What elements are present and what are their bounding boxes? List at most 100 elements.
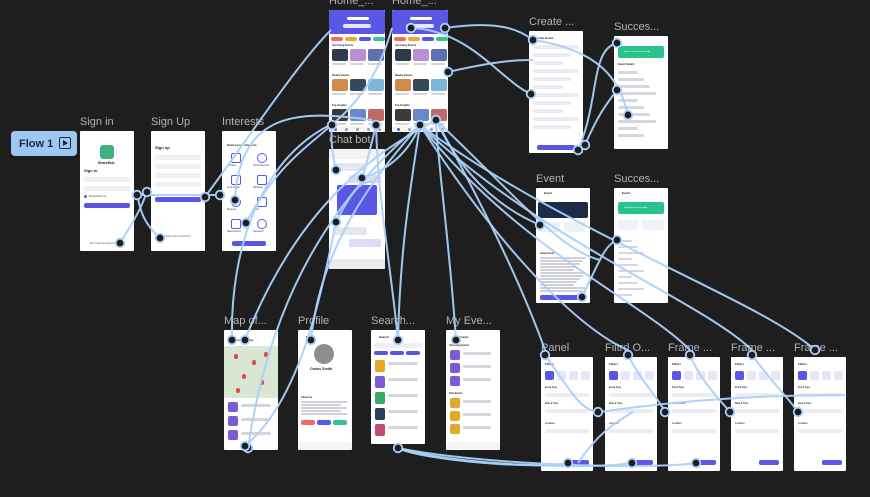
event-thumbnail[interactable] xyxy=(450,424,460,434)
connection-handle[interactable] xyxy=(392,442,404,454)
search-bar[interactable] xyxy=(406,24,434,28)
frame-title[interactable]: Profile xyxy=(298,315,329,327)
connection-handle[interactable] xyxy=(592,406,604,418)
date-field[interactable] xyxy=(735,393,779,397)
event-card-image[interactable] xyxy=(395,109,411,121)
prototype-connection[interactable] xyxy=(444,24,534,41)
map-pin-icon[interactable] xyxy=(236,388,240,393)
frame-title[interactable]: Search... xyxy=(371,315,415,327)
time-field[interactable] xyxy=(545,409,589,413)
nav-icon[interactable] xyxy=(356,128,359,131)
frame-frame-c[interactable]: Filters Event Type Date & Time Location xyxy=(794,357,846,471)
frame-panel[interactable]: Filters Event Type Date & Time Location xyxy=(541,357,593,471)
team-icon[interactable] xyxy=(257,219,267,229)
play-frame-icon[interactable] xyxy=(59,137,71,149)
frame-success-1[interactable]: Event created successfully Event Details xyxy=(614,36,668,149)
sign-up-field[interactable] xyxy=(155,182,201,187)
apply-button[interactable] xyxy=(696,460,716,465)
map-pin-icon[interactable] xyxy=(260,380,264,385)
sign-in-button[interactable] xyxy=(84,203,130,208)
search-input[interactable] xyxy=(374,343,422,348)
tag-icon[interactable] xyxy=(257,175,267,185)
event-thumbnail[interactable] xyxy=(450,350,460,360)
event-type-option[interactable] xyxy=(621,371,630,380)
event-card-image[interactable] xyxy=(368,109,384,121)
frame-event[interactable]: Event About Event xyxy=(536,188,590,303)
event-type-option[interactable] xyxy=(834,371,843,380)
frame-title[interactable]: Create ... xyxy=(529,16,574,28)
event-card-image[interactable] xyxy=(431,109,447,121)
prototype-connection[interactable] xyxy=(584,89,618,146)
event-type-option[interactable] xyxy=(708,371,717,380)
category-chip[interactable] xyxy=(373,37,385,41)
frame-create[interactable]: Create Event xyxy=(529,31,583,153)
location-field[interactable] xyxy=(545,429,589,433)
form-field[interactable] xyxy=(533,61,563,65)
frame-profile[interactable]: Profile Carlos Smith About me xyxy=(298,330,352,450)
event-card-image[interactable] xyxy=(350,109,366,121)
nav-icon[interactable] xyxy=(378,128,381,131)
flow-start-badge[interactable]: Flow 1 xyxy=(11,131,77,156)
event-thumbnail[interactable] xyxy=(228,416,238,426)
frame-filter[interactable]: Filters Event Type Date & Time Location xyxy=(605,357,657,471)
category-chip[interactable] xyxy=(394,37,406,41)
map-pin-icon[interactable] xyxy=(252,360,256,365)
event-card-image[interactable] xyxy=(431,49,447,61)
map-pin-icon[interactable] xyxy=(234,354,238,359)
prototype-connection[interactable] xyxy=(435,124,457,341)
result-thumbnail[interactable] xyxy=(375,376,385,388)
cloud-icon[interactable] xyxy=(257,197,267,207)
create-event-button[interactable] xyxy=(537,145,575,150)
prototype-connection[interactable] xyxy=(435,119,541,226)
nav-icon[interactable] xyxy=(345,128,348,131)
frame-title[interactable]: Succes... xyxy=(614,21,659,33)
frame-map[interactable]: Events Nearby xyxy=(224,330,278,450)
frame-frame-a[interactable]: Filters Event Type Date & Time Location xyxy=(668,357,720,471)
form-field[interactable] xyxy=(533,77,571,81)
frame-chat[interactable] xyxy=(329,149,385,269)
frame-home-1[interactable]: Upcoming Events Nearby Events Top Insights xyxy=(329,10,385,132)
event-type-option[interactable] xyxy=(569,371,578,380)
frame-interests[interactable]: Select your interests Software Social Scie… xyxy=(222,131,276,251)
frame-title[interactable]: Frame ... xyxy=(794,342,838,354)
form-field[interactable] xyxy=(533,117,579,121)
frame-success-2[interactable]: Event Registered successfully xyxy=(614,188,668,303)
form-field[interactable] xyxy=(533,85,563,89)
nav-icon[interactable] xyxy=(334,128,337,131)
event-type-option[interactable] xyxy=(747,371,756,380)
prototype-connection[interactable] xyxy=(447,59,534,73)
briefcase-icon[interactable] xyxy=(231,197,241,207)
event-type-option[interactable] xyxy=(557,371,566,380)
frame-frame-b[interactable]: Filters Event Type Date & Time Location xyxy=(731,357,783,471)
category-chip[interactable] xyxy=(359,37,371,41)
event-card-image[interactable] xyxy=(368,79,384,91)
event-card-image[interactable] xyxy=(332,109,348,121)
form-field[interactable] xyxy=(533,45,579,49)
frame-title[interactable]: Filtrd O... xyxy=(605,342,650,354)
category-chip[interactable] xyxy=(345,37,357,41)
email-field[interactable] xyxy=(84,177,130,182)
filter-chip[interactable] xyxy=(374,351,388,355)
date-field[interactable] xyxy=(798,393,842,397)
time-field[interactable] xyxy=(798,409,842,413)
frame-title[interactable]: Sign in xyxy=(80,116,114,128)
frame-title[interactable]: Frame ... xyxy=(731,342,775,354)
apply-button[interactable] xyxy=(569,460,589,465)
form-field[interactable] xyxy=(533,53,571,57)
brain-icon[interactable] xyxy=(257,153,267,163)
nav-icon[interactable] xyxy=(397,128,400,131)
frame-title[interactable]: Chat bot xyxy=(329,134,371,146)
event-type-option[interactable] xyxy=(735,371,744,380)
event-card-image[interactable] xyxy=(332,49,348,61)
event-card-image[interactable] xyxy=(332,79,348,91)
frame-title[interactable]: Sign Up xyxy=(151,116,190,128)
interest-tag[interactable] xyxy=(333,420,347,425)
connection-handle[interactable] xyxy=(141,186,153,198)
interest-tag[interactable] xyxy=(301,420,315,425)
event-type-option[interactable] xyxy=(810,371,819,380)
register-button[interactable] xyxy=(540,295,586,300)
chart-icon[interactable] xyxy=(231,219,241,229)
location-field[interactable] xyxy=(798,429,842,433)
event-card-image[interactable] xyxy=(395,49,411,61)
form-field[interactable] xyxy=(533,69,579,73)
